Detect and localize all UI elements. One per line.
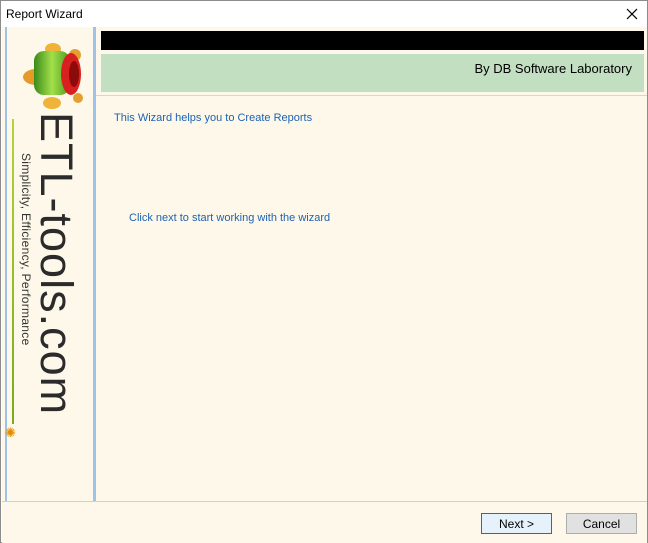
etl-logo-icon: [23, 43, 83, 109]
cancel-button[interactable]: Cancel: [566, 513, 637, 534]
brand-tagline: Simplicity, Efficiency, Performance: [19, 153, 33, 346]
title-bar: Report Wizard: [1, 1, 647, 27]
header-divider: [96, 95, 647, 96]
flower-icon: ✺: [5, 425, 16, 440]
hint-text: Click next to start working with the wiz…: [129, 212, 331, 224]
header-black-bar: [101, 31, 644, 50]
window-title: Report Wizard: [6, 7, 83, 21]
wizard-sidebar: ETL-tools.com Simplicity, Efficiency, Pe…: [2, 27, 96, 501]
next-button[interactable]: Next >: [481, 513, 552, 534]
close-icon: [626, 8, 638, 20]
intro-text: This Wizard helps you to Create Reports: [114, 112, 313, 124]
wizard-main: By DB Software Laboratory This Wizard he…: [96, 27, 647, 501]
banner-text: By DB Software Laboratory: [474, 61, 632, 76]
accent-line: [12, 119, 14, 424]
header-banner: By DB Software Laboratory: [101, 54, 644, 92]
report-wizard-window: Report Wizard ETL-tools.com Simplicity, …: [0, 0, 648, 543]
wizard-footer: Next > Cancel: [2, 501, 647, 543]
brand-name: ETL-tools.com: [31, 112, 82, 416]
close-button[interactable]: [617, 1, 647, 27]
